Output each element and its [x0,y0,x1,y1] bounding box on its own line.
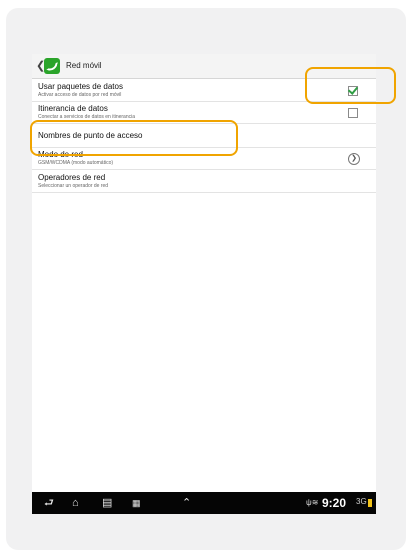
battery-icon [368,499,372,507]
status-clock: 9:20 [322,496,347,510]
setting-subtitle: GSM/WCDMA (modo automático) [38,160,114,166]
chevron-up-icon[interactable]: ⌃ [182,496,191,510]
screenshot-icon[interactable]: ▦ [132,496,141,510]
setting-title: Itinerancia de datos [38,104,108,113]
chevron-right-circle-icon[interactable]: ❯ [348,153,360,165]
setting-title: Operadores de red [38,173,106,182]
phone-app-icon[interactable] [44,58,60,74]
network-type-badge: 3G [356,497,367,506]
home-icon[interactable]: ⌂ [72,496,79,510]
action-bar-title: Red móvil [66,61,102,70]
recent-apps-icon[interactable]: ▤ [102,496,112,510]
highlight-apn-annotation [30,120,238,156]
setting-operadores-red[interactable]: Operadores de red Seleccionar un operado… [32,170,376,193]
system-nav-bar: ⮐ ⌂ ▤ ▦ ⌃ ψ≋ 9:20 3G [32,492,376,514]
setting-title: Usar paquetes de datos [38,82,123,91]
highlight-checkbox-annotation [305,67,396,104]
checkbox-unchecked[interactable] [348,108,358,118]
setting-subtitle: Seleccionar un operador de red [38,183,109,189]
setting-subtitle: Activar acceso de datos por red móvil [38,92,122,98]
usb-wifi-icons: ψ≋ [306,498,319,507]
back-icon[interactable]: ⮐ [44,496,54,510]
